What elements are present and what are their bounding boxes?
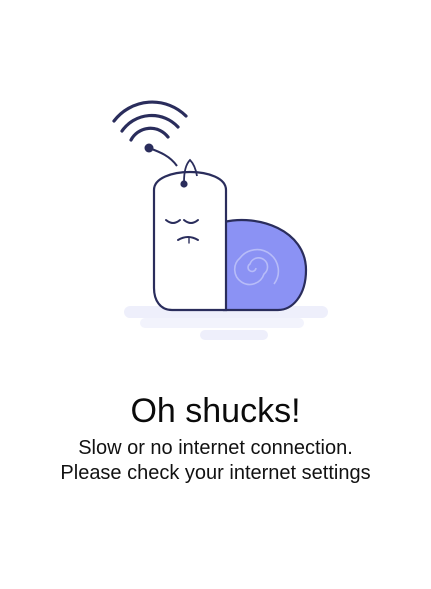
error-message-line-1: Slow or no internet connection. — [78, 437, 353, 459]
slow-connection-illustration — [112, 100, 328, 340]
error-title: Oh shucks! — [130, 392, 301, 430]
antenna — [144, 143, 178, 167]
offline-error-screen: Oh shucks! Slow or no internet connectio… — [0, 0, 431, 589]
error-message-line-2: Please check your internet settings — [60, 462, 371, 484]
snail-shell — [222, 218, 308, 312]
snail-body — [152, 158, 228, 312]
wifi-signal-icon — [112, 100, 188, 142]
